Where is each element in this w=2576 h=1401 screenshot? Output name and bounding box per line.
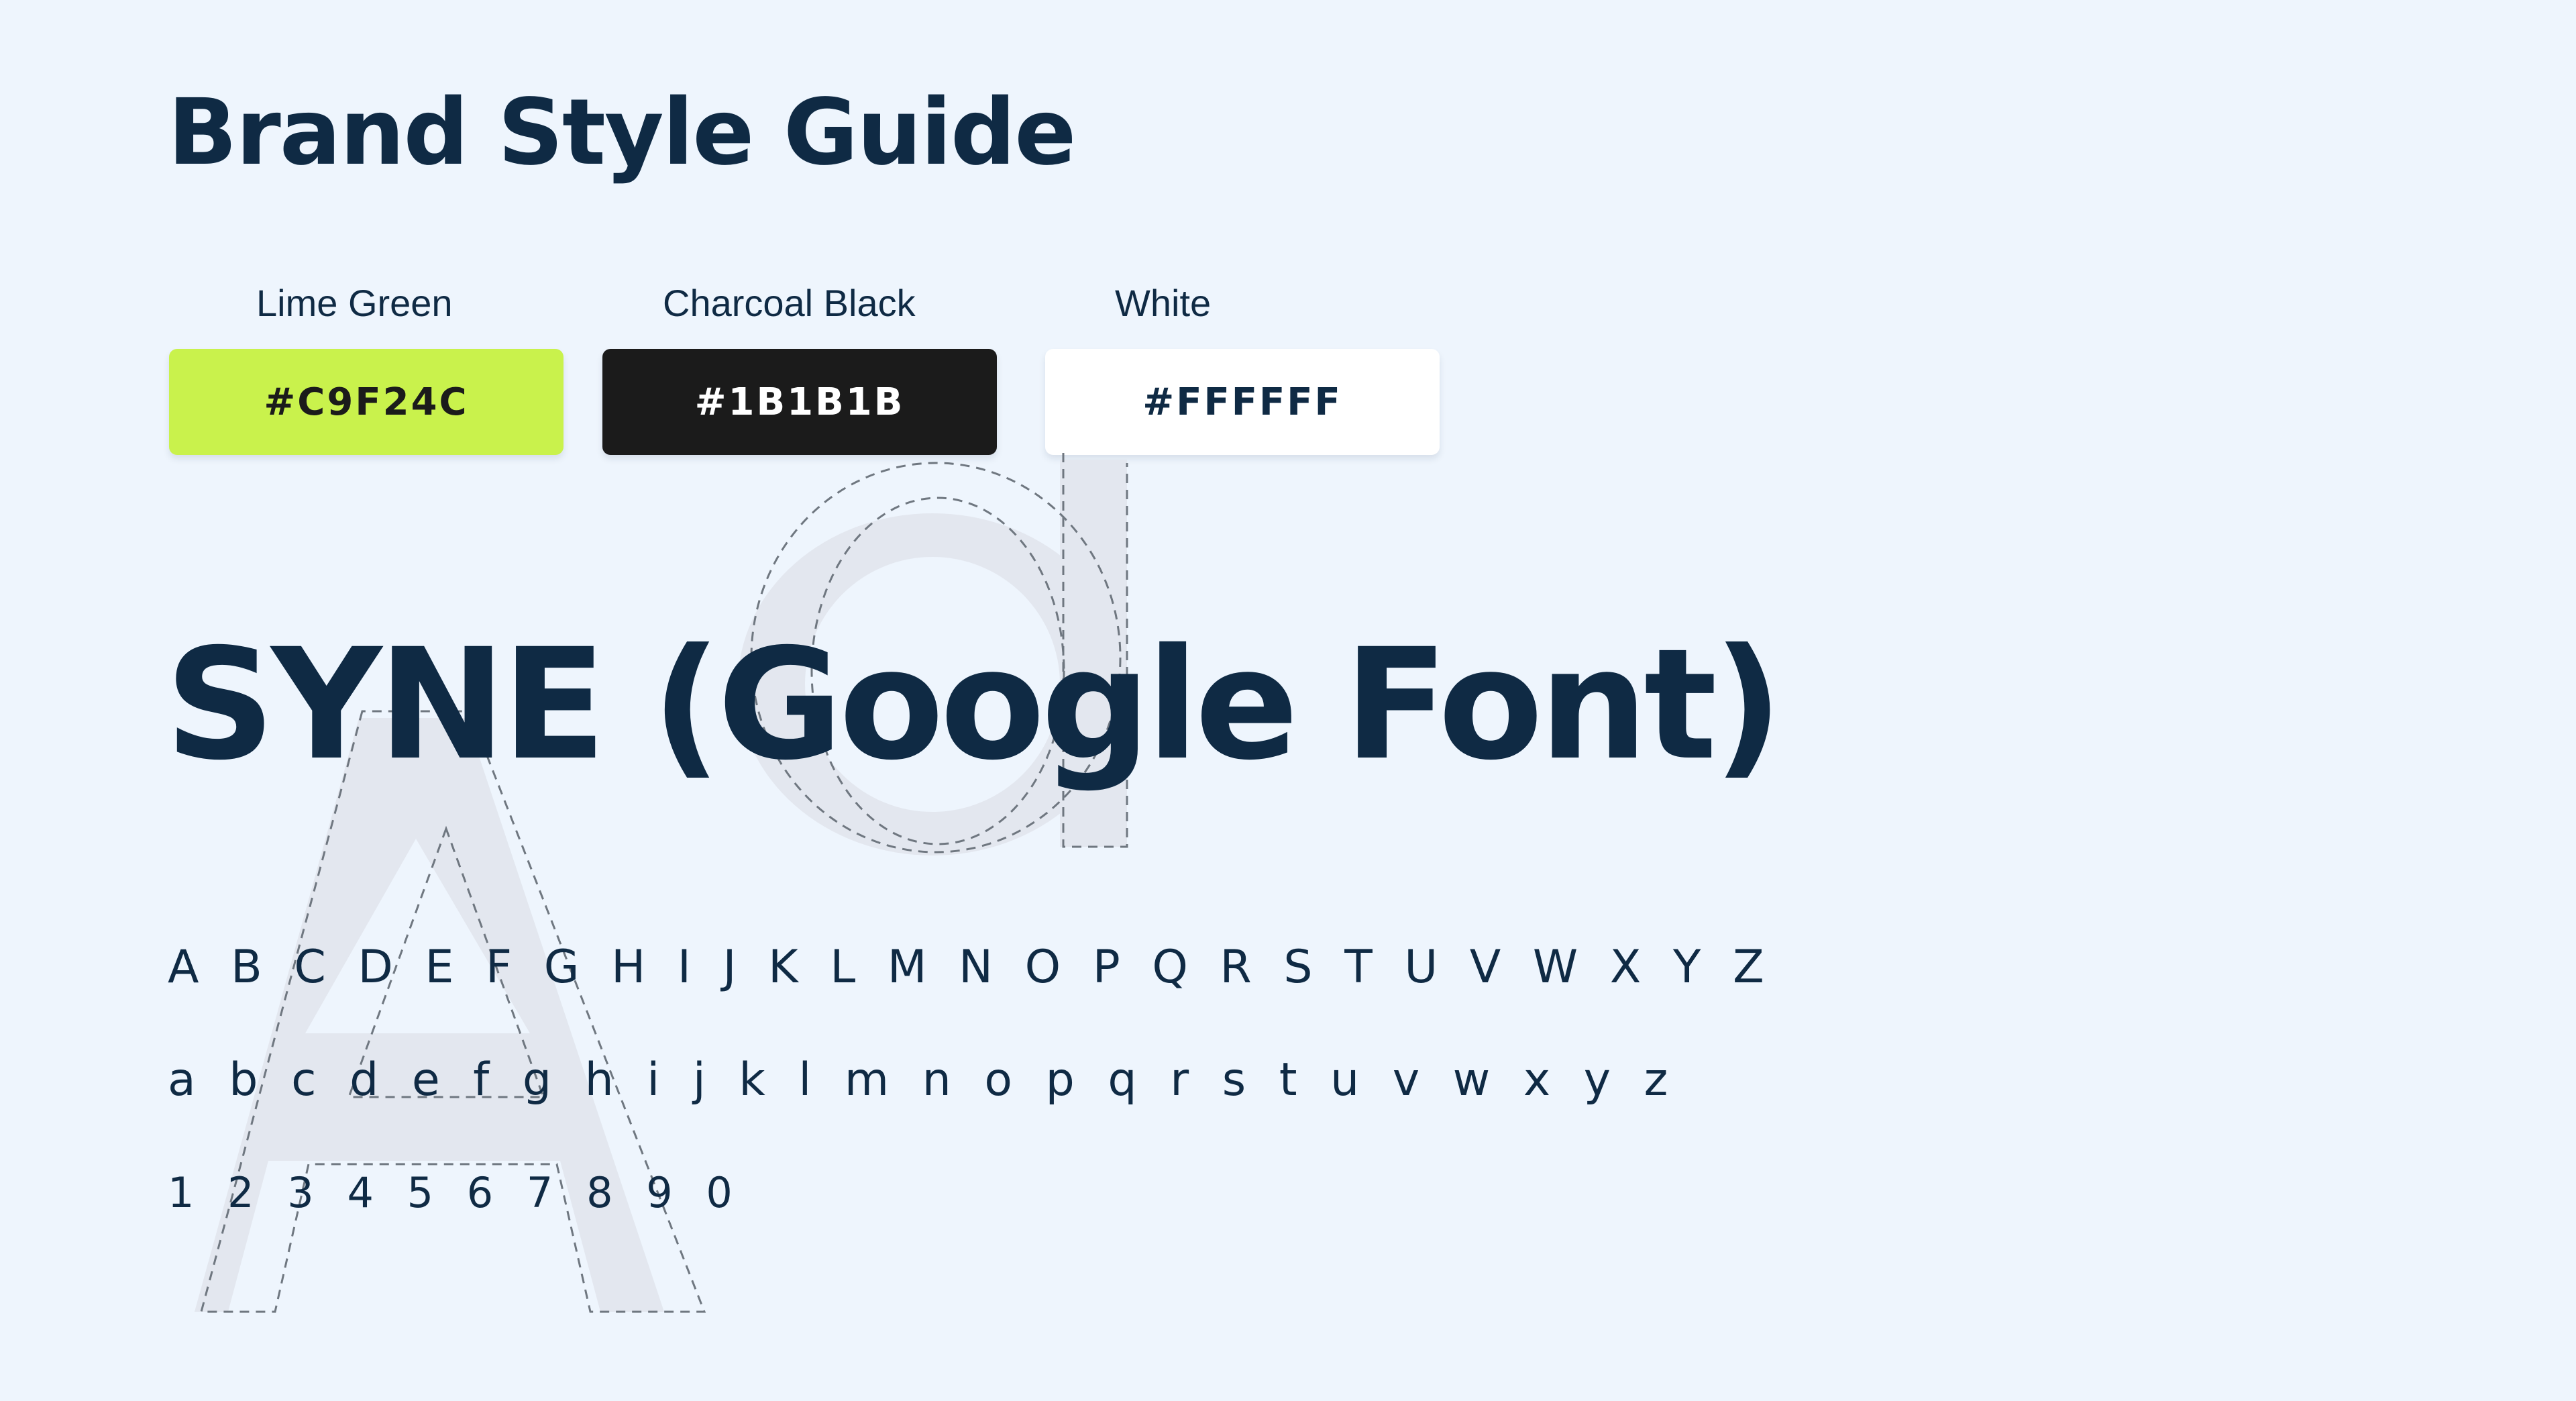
glyphs-numerals: 1 2 3 4 5 6 7 8 9 0: [168, 1168, 733, 1217]
font-name-heading: SYNE (Google Font): [165, 615, 1783, 794]
glyphs-uppercase: A B C D E F G H I J K L M N O P Q R S T …: [168, 941, 1764, 994]
glyphs-lowercase: a b c d e f g h i j k l m n o p q r s t …: [168, 1053, 1668, 1106]
